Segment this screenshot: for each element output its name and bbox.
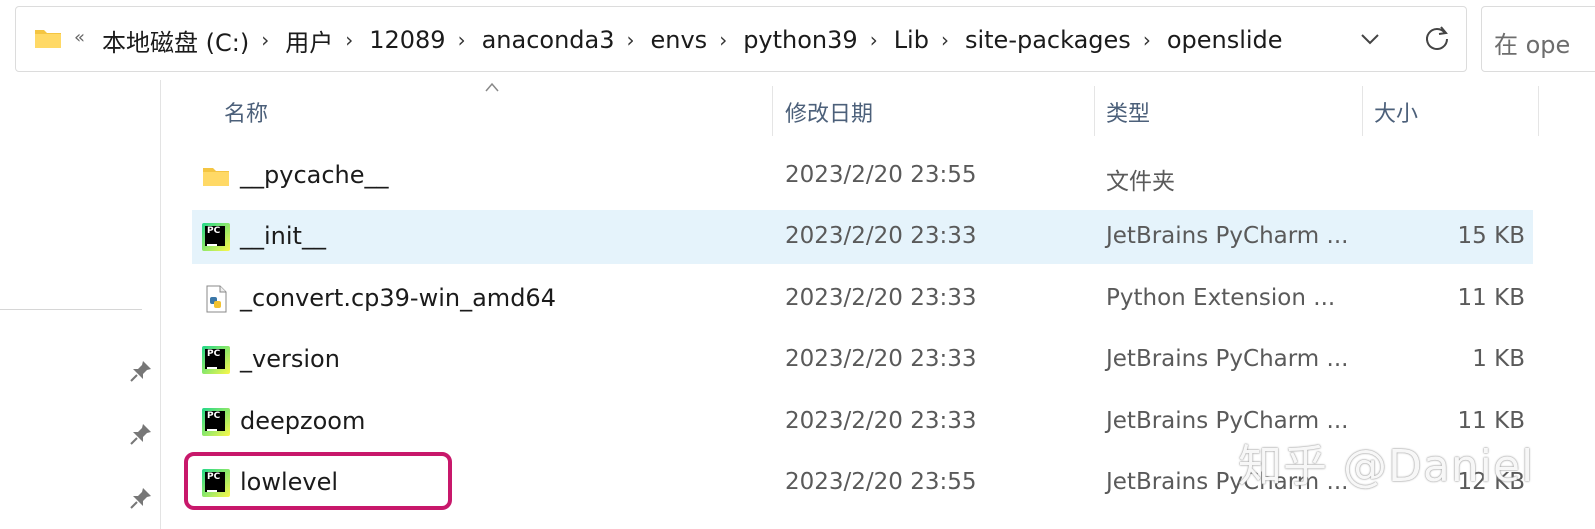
breadcrumb-item[interactable]: 用户 <box>281 23 337 58</box>
chevron-right-icon[interactable]: › <box>253 28 281 52</box>
breadcrumb-item[interactable]: 本地磁盘 (C:) <box>98 23 253 58</box>
file-type: Python Extension ... <box>1106 285 1336 311</box>
breadcrumb-item[interactable]: 12089 <box>365 26 449 54</box>
folder-icon <box>35 30 61 48</box>
file-modified: 2023/2/20 23:55 <box>785 162 977 188</box>
chevron-right-icon[interactable]: › <box>1135 28 1163 52</box>
file-modified: 2023/2/20 23:33 <box>785 408 977 434</box>
column-header-modified[interactable]: 修改日期 <box>785 96 873 128</box>
file-name: _convert.cp39-win_amd64 <box>240 284 556 312</box>
file-row[interactable]: _convert.cp39-win_amd64 2023/2/20 23:33 … <box>192 272 1533 326</box>
address-bar[interactable]: « 本地磁盘 (C:) › 用户 › 12089 › anaconda3 › e… <box>15 6 1467 72</box>
search-box[interactable]: 在 ope <box>1481 6 1595 72</box>
pin-icon[interactable] <box>128 358 154 384</box>
breadcrumb-item[interactable]: Lib <box>890 26 933 54</box>
file-size: 15 KB <box>1457 223 1525 249</box>
column-header-size[interactable]: 大小 <box>1374 96 1418 128</box>
pycharm-file-icon: PC <box>202 346 230 374</box>
breadcrumb-item-current[interactable]: openslide <box>1163 26 1287 54</box>
pin-icon[interactable] <box>128 421 154 447</box>
chevron-right-icon[interactable]: › <box>337 28 365 52</box>
chevron-right-icon[interactable]: › <box>619 28 647 52</box>
nav-divider <box>0 309 142 310</box>
file-name: _version <box>240 345 340 373</box>
pin-icon[interactable] <box>128 485 154 511</box>
file-row-selected[interactable]: PC __init__ 2023/2/20 23:33 JetBrains Py… <box>192 210 1533 264</box>
navigation-pane <box>0 80 161 529</box>
refresh-icon[interactable] <box>1420 21 1454 55</box>
file-name: deepzoom <box>240 407 366 435</box>
breadcrumb-item[interactable]: envs <box>647 26 712 54</box>
file-row[interactable]: PC _version 2023/2/20 23:33 JetBrains Py… <box>192 333 1533 387</box>
chevron-right-icon[interactable]: › <box>711 28 739 52</box>
file-type: JetBrains PyCharm ... <box>1106 223 1349 249</box>
sort-ascending-icon <box>485 82 499 92</box>
chevron-right-icon[interactable]: › <box>933 28 961 52</box>
column-divider[interactable] <box>772 86 773 136</box>
column-divider[interactable] <box>1362 86 1363 136</box>
column-divider[interactable] <box>1538 86 1539 136</box>
breadcrumb-overflow-icon[interactable]: « <box>74 27 85 48</box>
search-placeholder: 在 ope <box>1494 31 1571 59</box>
file-type: JetBrains PyCharm ... <box>1106 346 1349 372</box>
file-modified: 2023/2/20 23:33 <box>785 346 977 372</box>
watermark: 知乎 @Daniel <box>1238 441 1535 492</box>
breadcrumb-item[interactable]: python39 <box>739 26 862 54</box>
file-type: 文件夹 <box>1106 169 1175 195</box>
file-name: __init__ <box>240 222 326 250</box>
annotation-highlight-box <box>184 452 452 510</box>
column-divider[interactable] <box>1094 86 1095 136</box>
file-modified: 2023/2/20 23:33 <box>785 285 977 311</box>
file-modified: 2023/2/20 23:55 <box>785 469 977 495</box>
pycharm-file-icon: PC <box>202 223 230 251</box>
breadcrumb: 本地磁盘 (C:) › 用户 › 12089 › anaconda3 › env… <box>98 23 1287 57</box>
breadcrumb-item[interactable]: site-packages <box>961 26 1135 54</box>
breadcrumb-item[interactable]: anaconda3 <box>478 26 619 54</box>
file-row[interactable]: __pycache__ 2023/2/20 23:55 文件夹 <box>192 149 1533 203</box>
file-modified: 2023/2/20 23:33 <box>785 223 977 249</box>
pycharm-file-icon: PC <box>202 408 230 436</box>
file-size: 1 KB <box>1472 346 1525 372</box>
chevron-right-icon[interactable]: › <box>450 28 478 52</box>
chevron-down-icon[interactable] <box>1356 25 1384 53</box>
column-header-name[interactable]: 名称 <box>224 96 268 128</box>
file-size: 11 KB <box>1457 285 1525 311</box>
file-name: __pycache__ <box>240 161 389 189</box>
python-extension-icon <box>206 285 227 313</box>
chevron-right-icon[interactable]: › <box>862 28 890 52</box>
column-header-type[interactable]: 类型 <box>1106 96 1150 128</box>
folder-icon <box>203 168 229 186</box>
